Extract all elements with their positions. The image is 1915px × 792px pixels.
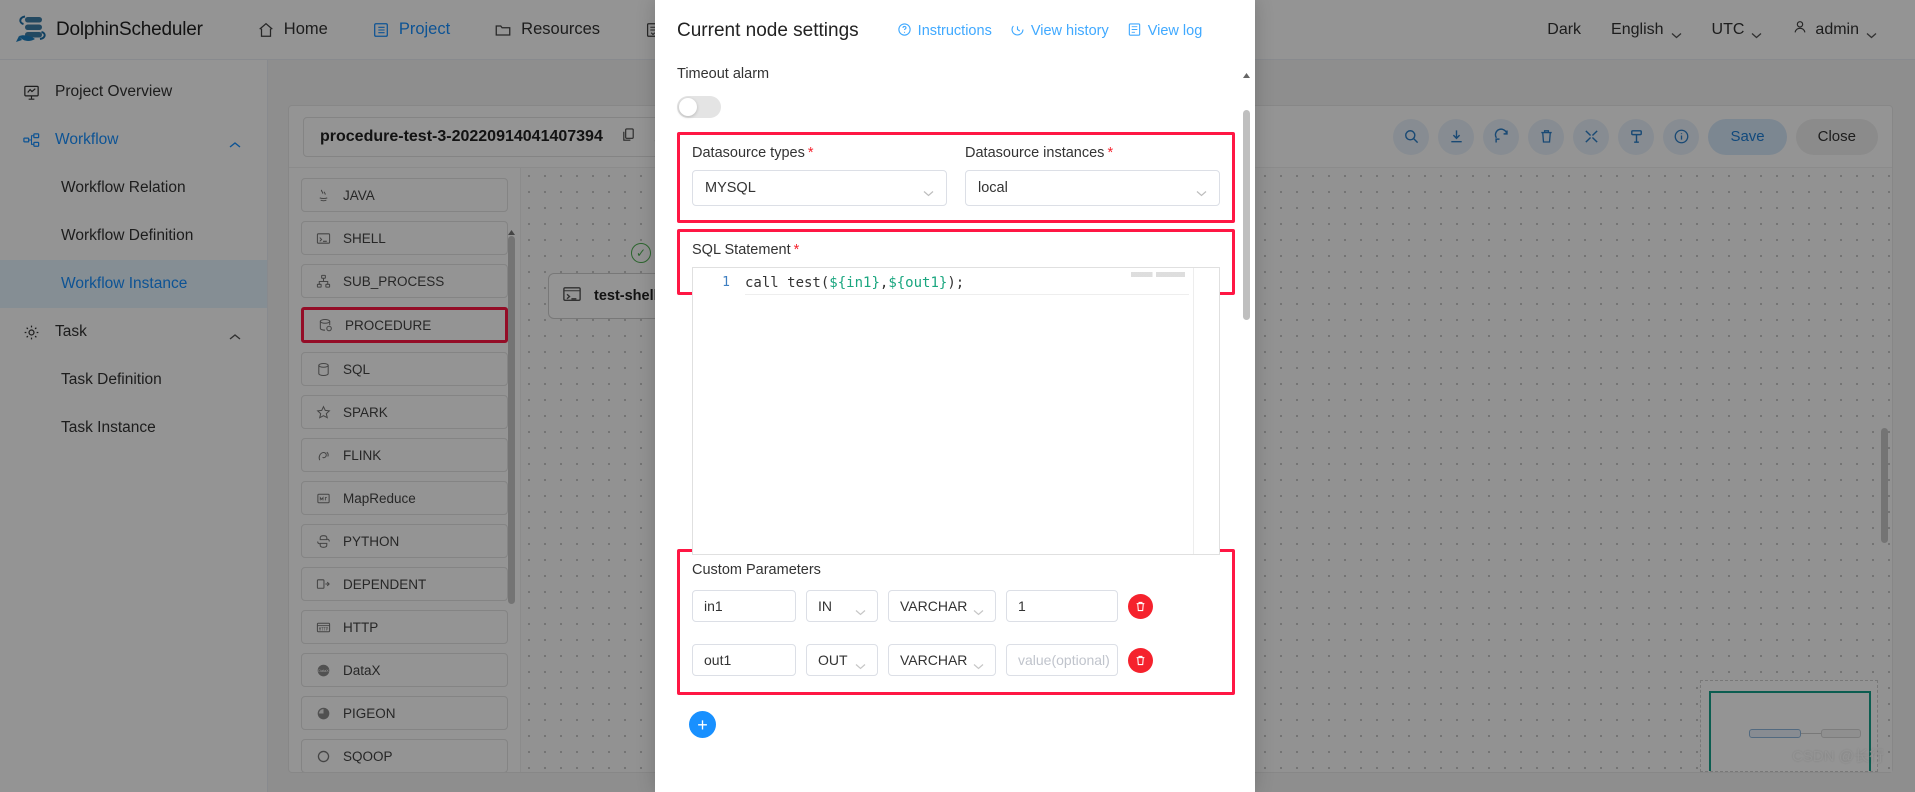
- instructions-link[interactable]: Instructions: [897, 22, 992, 41]
- chevron-down-icon: [855, 603, 866, 615]
- code-line-number: 1: [722, 275, 730, 290]
- sql-code-editor[interactable]: 1 call test(${in1},${out1});: [692, 267, 1220, 555]
- instructions-label: Instructions: [917, 23, 992, 39]
- param-value: 1: [1018, 598, 1026, 614]
- datasource-types-label: Datasource types *: [692, 145, 947, 161]
- timeout-alarm-label: Timeout alarm: [677, 66, 770, 82]
- custom-parameters-section: Custom Parameters in1 IN VARCHAR 1 out1 …: [680, 552, 1232, 692]
- param-value-input[interactable]: 1: [1006, 590, 1118, 622]
- sql-statement-highlight-box: SQL Statement * 1 call test(${in1},${out1…: [677, 229, 1235, 555]
- param-direction-select[interactable]: OUT: [806, 644, 878, 676]
- param-type-select[interactable]: VARCHAR: [888, 644, 996, 676]
- modal-scrollbar[interactable]: [1243, 110, 1250, 320]
- datasource-instances-label: Datasource instances *: [965, 145, 1220, 161]
- param-type-select[interactable]: VARCHAR: [888, 590, 996, 622]
- delete-parameter-button[interactable]: [1128, 647, 1153, 673]
- param-name-value: out1: [704, 652, 732, 668]
- chevron-down-icon: [973, 603, 984, 615]
- param-type-value: VARCHAR: [900, 652, 968, 668]
- code-scroll-rail[interactable]: [1193, 268, 1219, 554]
- code-prefix: call test(: [745, 275, 830, 291]
- history-icon: [1010, 22, 1025, 41]
- code-line-content: call test(${in1},${out1});: [745, 275, 1189, 295]
- datasource-types-label-text: Datasource types: [692, 145, 805, 161]
- question-circle-icon: [897, 22, 912, 41]
- chevron-down-icon: [973, 657, 984, 669]
- param-value-placeholder: value(optional): [1018, 652, 1110, 668]
- modal-header-links: Instructions View history View log: [897, 22, 1203, 41]
- custom-parameters-highlight-box: Custom Parameters in1 IN VARCHAR 1 out1 …: [677, 549, 1235, 695]
- view-log-link[interactable]: View log: [1127, 22, 1203, 41]
- code-variable-in1: ${in1}: [829, 275, 880, 291]
- chevron-down-icon: [1196, 185, 1207, 196]
- code-suffix: );: [947, 275, 965, 291]
- datasource-types-select[interactable]: MYSQL: [692, 170, 947, 206]
- datasource-highlight-box: Datasource types * MYSQL Datasource insta…: [677, 132, 1235, 223]
- datasource-instances-value: local: [978, 180, 1008, 196]
- param-direction-select[interactable]: IN: [806, 590, 878, 622]
- modal-header: Current node settings Instructions View …: [655, 0, 1255, 62]
- datasource-row: Datasource types * MYSQL Datasource insta…: [680, 135, 1232, 220]
- custom-parameter-row: in1 IN VARCHAR 1: [692, 590, 1220, 622]
- code-variable-out1: ${out1}: [888, 275, 948, 291]
- add-parameter-button[interactable]: +: [689, 711, 716, 738]
- param-value-input[interactable]: value(optional): [1006, 644, 1118, 676]
- required-marker: *: [807, 145, 814, 161]
- chevron-down-icon: [855, 657, 866, 669]
- timeout-alarm-toggle[interactable]: [677, 96, 721, 118]
- sql-statement-field: SQL Statement * 1 call test(${in1},${out1…: [680, 232, 1232, 567]
- required-marker: *: [1107, 145, 1114, 161]
- modal-title: Current node settings: [677, 20, 859, 41]
- datasource-instances-label-text: Datasource instances: [965, 145, 1105, 161]
- sql-statement-label-text: SQL Statement: [692, 242, 791, 258]
- param-type-value: VARCHAR: [900, 598, 968, 614]
- datasource-types-field: Datasource types * MYSQL: [692, 145, 947, 206]
- param-name-input[interactable]: out1: [692, 644, 796, 676]
- param-direction-value: IN: [818, 598, 832, 614]
- param-direction-value: OUT: [818, 652, 848, 668]
- view-log-label: View log: [1147, 23, 1203, 39]
- code-minimap: [1131, 272, 1185, 277]
- param-name-value: in1: [704, 598, 723, 614]
- log-icon: [1127, 22, 1142, 41]
- datasource-instances-field: Datasource instances * local: [965, 145, 1220, 206]
- app-root: DolphinScheduler Home Project Resources …: [0, 0, 1915, 792]
- chevron-down-icon: [923, 185, 934, 196]
- view-history-label: View history: [1030, 23, 1109, 39]
- delete-parameter-button[interactable]: [1128, 593, 1153, 619]
- modal-scroll-up-icon[interactable]: [1242, 67, 1251, 78]
- custom-parameter-row: out1 OUT VARCHAR value(optional): [692, 644, 1220, 676]
- datasource-instances-select[interactable]: local: [965, 170, 1220, 206]
- modal-body: Timeout alarm Datasource types * MYSQL D…: [655, 62, 1255, 792]
- param-name-input[interactable]: in1: [692, 590, 796, 622]
- sql-statement-label: SQL Statement *: [692, 242, 1220, 258]
- view-history-link[interactable]: View history: [1010, 22, 1109, 41]
- required-marker: *: [793, 242, 800, 258]
- current-node-settings-modal: Current node settings Instructions View …: [655, 0, 1255, 792]
- datasource-types-value: MYSQL: [705, 180, 756, 196]
